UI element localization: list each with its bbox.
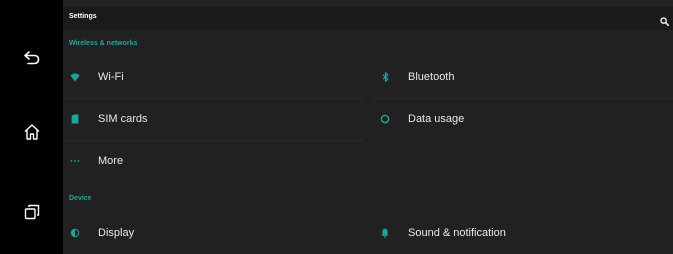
- display-brightness-icon: [67, 225, 83, 241]
- bluetooth-label: Bluetooth: [408, 71, 455, 83]
- wifi-label: Wi-Fi: [98, 71, 124, 83]
- home-button[interactable]: [0, 112, 63, 152]
- bluetooth-item[interactable]: Bluetooth: [373, 56, 673, 98]
- back-icon: [23, 51, 39, 65]
- more-label: More: [98, 155, 124, 167]
- display-item[interactable]: Display: [63, 212, 363, 254]
- search-icon[interactable]: [660, 13, 670, 31]
- recents-button[interactable]: [0, 192, 63, 232]
- wifi-item[interactable]: Wi-Fi: [63, 56, 363, 98]
- data-usage-label: Data usage: [408, 113, 465, 125]
- home-icon: [24, 124, 39, 140]
- sim-cards-label: SIM cards: [98, 113, 148, 125]
- more-item[interactable]: More: [63, 140, 363, 182]
- section-header-wireless: Wireless & networks: [69, 40, 138, 47]
- more-dots-icon: [67, 153, 83, 169]
- section-header-device: Device: [69, 195, 92, 202]
- navigation-bar: [0, 0, 63, 254]
- sound-notification-item[interactable]: Sound & notification: [373, 212, 673, 254]
- back-button[interactable]: [0, 38, 63, 78]
- sound-notification-label: Sound & notification: [408, 227, 506, 239]
- recents-icon: [24, 204, 39, 220]
- page-title: Settings: [69, 13, 97, 20]
- wifi-icon: [67, 69, 83, 85]
- settings-panel: Settings Wireless & networks Wi-Fi Bluet…: [63, 0, 673, 254]
- data-usage-item[interactable]: Data usage: [373, 98, 673, 140]
- data-usage-icon: [377, 111, 393, 127]
- sim-cards-item[interactable]: SIM cards: [63, 98, 363, 140]
- display-label: Display: [98, 227, 135, 239]
- bluetooth-icon: [377, 69, 393, 85]
- app-bar: Settings: [63, 7, 673, 30]
- bell-icon: [377, 225, 393, 241]
- sim-card-icon: [67, 111, 83, 127]
